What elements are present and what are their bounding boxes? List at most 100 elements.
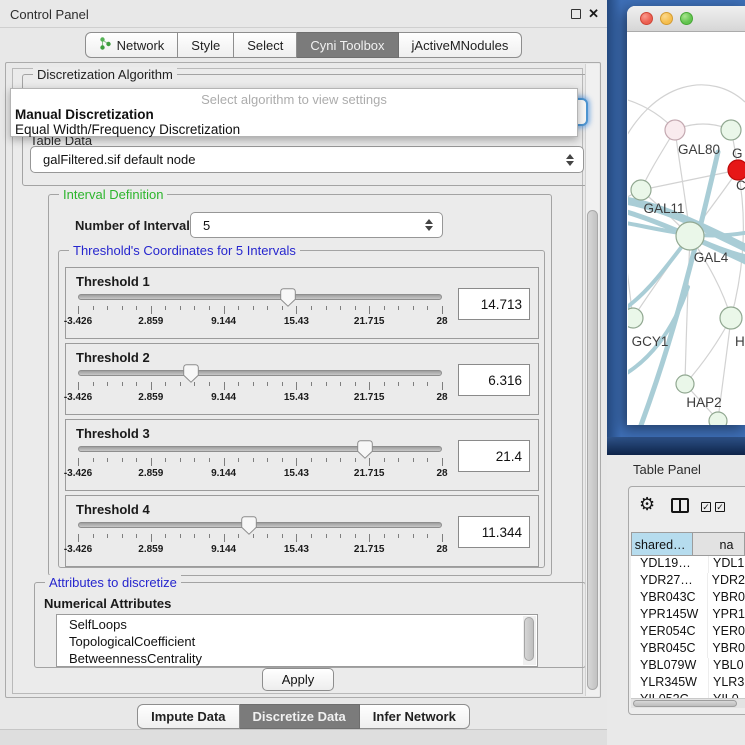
table-cell[interactable]: YER054C xyxy=(631,624,708,641)
tick-label: -3.426 xyxy=(64,468,92,479)
table-cell[interactable]: YBL079W xyxy=(631,658,709,675)
table-cell[interactable]: YBR0 xyxy=(708,590,745,607)
table-row[interactable]: YDL19…YDL1 xyxy=(631,556,745,573)
numerical-attributes-list: SelfLoopsTopologicalCoefficientBetweenne… xyxy=(56,614,538,667)
node-green[interactable] xyxy=(721,120,741,140)
threshold-1-box: Threshold 1 -3.4262.8599.14415.4321.7152… xyxy=(65,267,539,339)
table-row[interactable]: YBL079WYBL0 xyxy=(631,658,745,675)
table-cell[interactable]: YDR2 xyxy=(708,573,745,590)
threshold-4-value-field[interactable]: 11.344 xyxy=(458,516,530,548)
table-cell[interactable]: YBR043C xyxy=(631,590,708,607)
tab-discretize-data[interactable]: Discretize Data xyxy=(240,704,360,729)
table-cell[interactable]: YBR045C xyxy=(631,641,708,658)
tab-style[interactable]: Style xyxy=(178,32,234,58)
threshold-4-slider[interactable] xyxy=(78,522,442,528)
close-icon[interactable]: ✕ xyxy=(588,6,599,22)
dropdown-option-equal-width-frequency[interactable]: Equal Width/Frequency Discretization xyxy=(14,122,574,137)
checkbox-icon[interactable]: ✓ xyxy=(715,502,725,512)
table-data-combobox[interactable]: galFiltered.sif default node xyxy=(30,146,584,173)
scrollbar-thumb[interactable] xyxy=(587,210,598,690)
table-cell[interactable]: YBR0 xyxy=(708,641,745,658)
threshold-2-slider[interactable] xyxy=(78,370,442,376)
table-cell[interactable]: YDL1 xyxy=(709,556,744,573)
node-pink[interactable] xyxy=(665,120,685,140)
column-header-shared-name[interactable]: shared… xyxy=(631,532,693,556)
table-row[interactable]: YLR345WYLR3 xyxy=(631,675,745,692)
threshold-1-slider[interactable] xyxy=(78,294,442,300)
node-gal4[interactable] xyxy=(676,222,704,250)
table-cell[interactable]: YPR145W xyxy=(631,607,708,624)
numerical-attributes-label: Numerical Attributes xyxy=(44,596,171,611)
table-cell[interactable]: YDR27… xyxy=(631,573,708,590)
dropdown-option-manual-discretization[interactable]: Manual Discretization xyxy=(14,107,574,122)
thresholds-group-title: Threshold's Coordinates for 5 Intervals xyxy=(69,243,300,258)
table-row[interactable]: YDR27…YDR2 xyxy=(631,573,745,590)
table-cell[interactable]: YPR1 xyxy=(708,607,745,624)
column-header-name[interactable]: na xyxy=(693,532,745,556)
tab-cyni-toolbox[interactable]: Cyni Toolbox xyxy=(297,32,398,58)
slider-thumb[interactable] xyxy=(280,288,296,307)
table-row[interactable]: YBR043CYBR0 xyxy=(631,590,745,607)
table-row[interactable]: YBR045CYBR0 xyxy=(631,641,745,658)
table-cell[interactable]: YDL19… xyxy=(631,556,709,573)
node-hap2[interactable] xyxy=(676,375,694,393)
threshold-1-value-field[interactable]: 14.713 xyxy=(458,288,530,320)
tab-select[interactable]: Select xyxy=(234,32,297,58)
scrollbar-thumb[interactable] xyxy=(524,617,534,661)
scrollbar-thumb[interactable] xyxy=(633,700,737,707)
node-red-selected[interactable] xyxy=(728,160,745,180)
list-item[interactable]: BetweennessCentrality xyxy=(57,649,523,666)
checkbox-icon[interactable]: ✓ xyxy=(701,502,711,512)
table-header-row: shared… na xyxy=(631,532,745,556)
close-traffic-light-icon[interactable] xyxy=(640,12,653,25)
tick-label: -3.426 xyxy=(64,544,92,555)
table-cell[interactable]: YLR3 xyxy=(709,675,744,692)
slider-thumb[interactable] xyxy=(357,440,373,459)
tab-infer-network[interactable]: Infer Network xyxy=(360,704,470,729)
table-cell[interactable]: YER0 xyxy=(708,624,745,641)
attribute-list-scrollbar[interactable] xyxy=(523,616,536,665)
network-canvas[interactable]: GAL80 G C GAL11 GAL4 GCY1 H HAP2 xyxy=(628,32,745,425)
threshold-label: Threshold 1 xyxy=(76,274,150,289)
threshold-3-slider[interactable] xyxy=(78,446,442,452)
list-item[interactable]: SelfLoops xyxy=(57,615,523,632)
node-label: GCY1 xyxy=(632,334,669,349)
table-cell[interactable]: YLR345W xyxy=(631,675,709,692)
tick-label: 28 xyxy=(436,316,447,327)
table-panel-title: Table Panel xyxy=(633,462,701,477)
number-of-intervals-value: 5 xyxy=(203,218,210,233)
float-window-icon[interactable] xyxy=(571,9,581,19)
zoom-traffic-light-icon[interactable] xyxy=(680,12,693,25)
network-icon xyxy=(99,37,112,53)
number-of-intervals-combobox[interactable]: 5 xyxy=(190,212,443,238)
node-his[interactable] xyxy=(720,307,742,329)
minimize-traffic-light-icon[interactable] xyxy=(660,12,673,25)
slider-thumb[interactable] xyxy=(183,364,199,383)
tab-impute-data[interactable]: Impute Data xyxy=(137,704,239,729)
split-columns-icon[interactable] xyxy=(671,498,689,513)
tick-label: 28 xyxy=(436,392,447,403)
tab-network[interactable]: Network xyxy=(85,32,179,58)
slider-scale-labels: -3.4262.8599.14415.4321.71528 xyxy=(78,392,442,404)
table-row[interactable]: YPR145WYPR1 xyxy=(631,607,745,624)
table-cell[interactable]: YBL0 xyxy=(709,658,744,675)
node-gcy1[interactable] xyxy=(628,308,643,328)
node-bottom[interactable] xyxy=(709,412,727,425)
node-gal11[interactable] xyxy=(631,180,651,200)
cyni-bottom-tabs: Impute Data Discretize Data Infer Networ… xyxy=(0,704,607,729)
control-panel-scrollbar[interactable] xyxy=(585,64,599,696)
slider-thumb[interactable] xyxy=(241,516,257,535)
tab-jactivemnodules[interactable]: jActiveMNodules xyxy=(399,32,523,58)
table-data-value: galFiltered.sif default node xyxy=(43,152,195,167)
tick-label: 15.43 xyxy=(284,316,309,327)
list-item[interactable]: TopologicalCoefficient xyxy=(57,632,523,649)
tick-label: 2.859 xyxy=(138,468,163,479)
threshold-2-value-field[interactable]: 6.316 xyxy=(458,364,530,396)
threshold-3-value-field[interactable]: 21.4 xyxy=(458,440,530,472)
table-horizontal-scrollbar[interactable] xyxy=(631,698,745,708)
apply-button[interactable]: Apply xyxy=(262,668,334,691)
slider-tick-marks xyxy=(78,382,442,390)
gear-icon[interactable]: ⚙ xyxy=(639,494,655,515)
table-row[interactable]: YER054CYER0 xyxy=(631,624,745,641)
status-strip xyxy=(0,729,607,745)
